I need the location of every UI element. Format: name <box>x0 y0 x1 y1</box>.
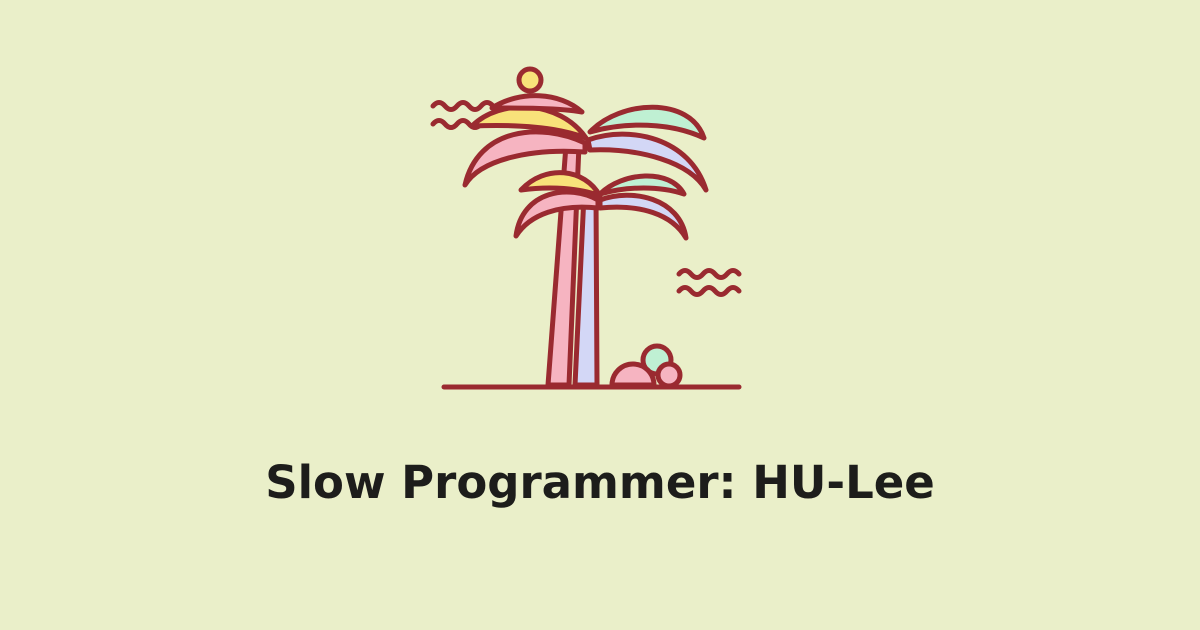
page-title: Slow Programmer: HU-Lee <box>265 456 935 509</box>
palm-leaves-upper-icon <box>462 66 709 193</box>
wind-lines-right-icon <box>676 268 742 297</box>
social-card: Slow Programmer: HU-Lee <box>0 0 1200 630</box>
palm-tree-icon <box>430 66 742 390</box>
bush-icon <box>609 343 683 389</box>
palm-leaves-lower-icon <box>513 170 689 241</box>
